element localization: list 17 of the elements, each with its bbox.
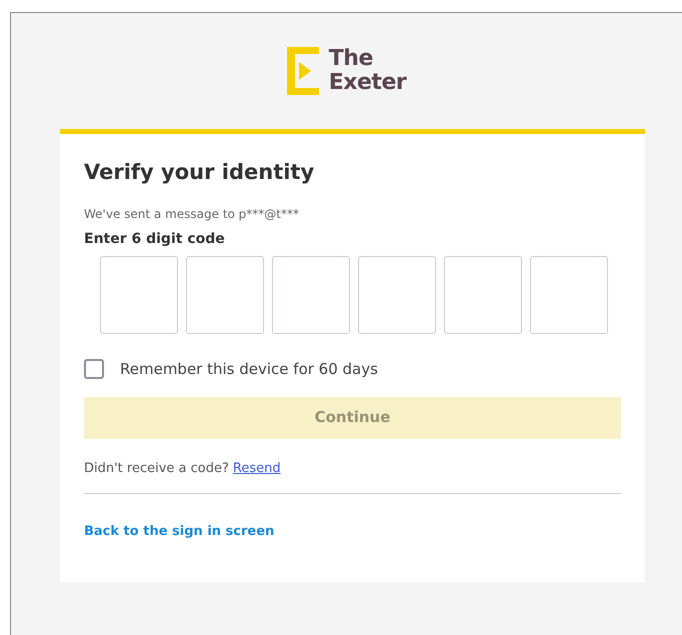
sent-message: We've sent a message to p***@t***	[84, 206, 300, 224]
code-label: Enter 6 digit code	[84, 230, 226, 250]
back-link[interactable]: Back to the sign in screen	[84, 524, 274, 539]
resend-link[interactable]: Resend	[232, 460, 281, 476]
code-digit-field[interactable]	[272, 256, 350, 334]
code-digit-field[interactable]	[358, 256, 436, 334]
code-digit-field[interactable]	[444, 256, 522, 334]
code-digit-field[interactable]	[100, 256, 178, 334]
logo-text: Exeter	[328, 71, 406, 95]
logo-icon	[286, 47, 321, 95]
code-digit-field[interactable]	[186, 256, 264, 334]
logo-text: The	[328, 47, 374, 71]
remember-label[interactable]: Remember this device for 60 days	[120, 358, 378, 381]
remember-checkbox[interactable]	[84, 359, 104, 380]
resend-prompt: Didn't receive a code?	[84, 460, 229, 476]
code-digit-field[interactable]	[530, 256, 608, 334]
page-title: Verify your identity	[84, 160, 316, 186]
